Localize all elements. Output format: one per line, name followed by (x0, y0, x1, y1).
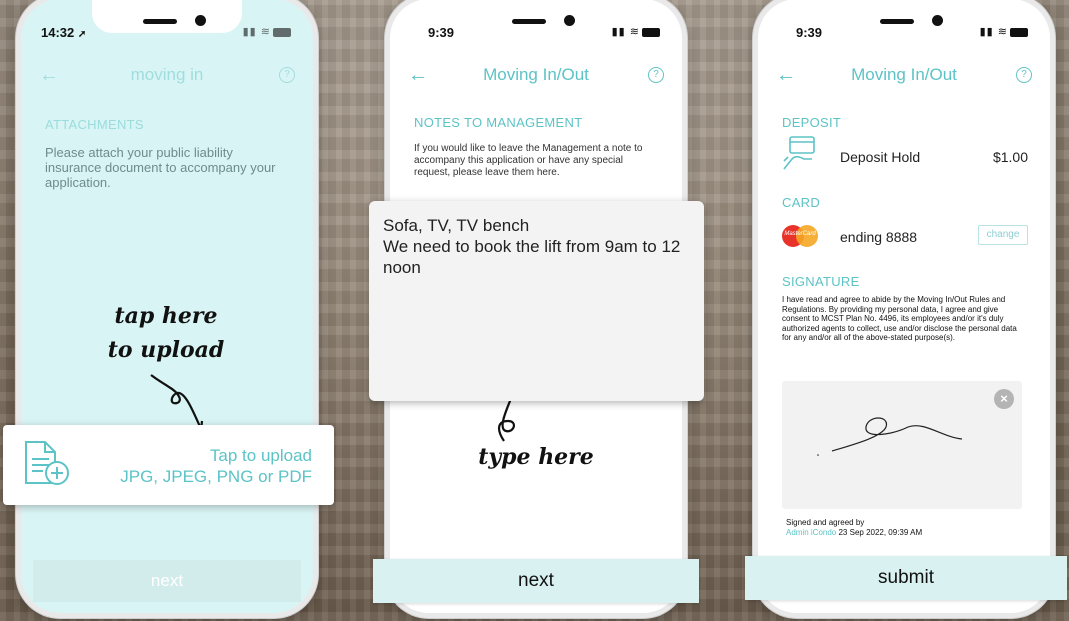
question-circle-icon[interactable]: ? (648, 67, 664, 83)
navbar: ← moving in ? (21, 63, 313, 89)
attachments-description: Please attach your public liability insu… (45, 145, 276, 190)
section-heading: NOTES TO MANAGEMENT (414, 115, 583, 130)
deposit-row: Deposit Hold $1.00 (782, 133, 1028, 177)
next-button[interactable]: next (373, 559, 699, 603)
battery-icon (1010, 27, 1028, 37)
close-circle-icon[interactable]: × (994, 389, 1014, 409)
signal-icon: ▮▮ (979, 26, 994, 38)
signer-name: Admin iCondo (786, 528, 837, 537)
wifi-icon: ≋ (260, 26, 271, 38)
battery-icon (642, 27, 660, 37)
signature-heading: SIGNATURE (782, 274, 860, 289)
page-title: Moving In/Out (483, 65, 589, 84)
wifi-icon: ≋ (997, 26, 1008, 38)
signed-label: Signed and agreed by (786, 518, 865, 527)
phone-notch (92, 0, 242, 33)
hint-line: to upload (107, 337, 225, 363)
status-time: 9:39 (428, 25, 455, 40)
submit-button[interactable]: submit (745, 556, 1067, 600)
phone-notch (461, 0, 611, 33)
card-heading: CARD (782, 195, 821, 210)
question-circle-icon[interactable]: ? (1016, 67, 1032, 83)
handwritten-hint: tap here to upload (101, 299, 231, 367)
handwritten-hint: type here (478, 444, 594, 470)
deposit-heading: DEPOSIT (782, 115, 842, 130)
page-title: Moving In/Out (851, 65, 957, 84)
battery-icon (273, 27, 291, 37)
status-time: 14:32 ➚ (41, 25, 87, 40)
phone-notch (829, 0, 979, 33)
change-card-button[interactable]: change (978, 225, 1028, 245)
mastercard-text: MasterCard (784, 231, 816, 237)
page-title: moving in (130, 65, 204, 84)
navbar: ← Moving In/Out ? (758, 63, 1050, 89)
signed-by: Signed and agreed by Admin iCondo 23 Sep… (786, 518, 922, 538)
status-icons: ▮▮ ≋ (243, 25, 291, 38)
status-icons: ▮▮ ≋ (612, 25, 660, 38)
wifi-icon: ≋ (629, 26, 640, 38)
credit-card-hand-icon (783, 136, 815, 170)
signal-icon: ▮▮ (242, 26, 257, 38)
phone-attachments: 14:32 ➚ ▮▮ ≋ ← moving in ? ATTACHMENTS P… (16, 0, 318, 618)
card-row: MasterCard ending 8888 change (782, 221, 1028, 255)
signature-pad[interactable]: × (782, 381, 1022, 509)
status-time: 9:39 (796, 25, 823, 40)
next-button[interactable]: next (33, 560, 301, 602)
location-arrow-icon: ➚ (77, 29, 87, 40)
upload-card[interactable]: Tap to upload JPG, JPEG, PNG or PDF (3, 425, 334, 505)
notes-textarea[interactable]: Sofa, TV, TV bench We need to book the l… (369, 201, 704, 401)
signed-info: Admin iCondo 23 Sep 2022, 09:39 AM (786, 528, 922, 538)
signal-icon: ▮▮ (611, 26, 626, 38)
upload-types: JPG, JPEG, PNG or PDF (120, 467, 312, 486)
navbar: ← Moving In/Out ? (390, 63, 682, 89)
mastercard-logo: MasterCard (782, 225, 818, 247)
phone-payment: 9:39 ▮▮ ≋ ← Moving In/Out ? DEPOSIT Depo… (753, 0, 1055, 618)
status-icons: ▮▮ ≋ (980, 25, 1028, 38)
signature-stroke (817, 417, 963, 456)
section-heading: ATTACHMENTS (45, 117, 144, 132)
notes-description: If you would like to leave the Managemen… (414, 143, 643, 178)
deposit-amount: $1.00 (992, 149, 1028, 165)
card-label: ending 8888 (840, 229, 918, 245)
signature-terms: I have read and agree to abide by the Mo… (782, 295, 1017, 342)
signed-date: 23 Sep 2022, 09:39 AM (838, 528, 923, 537)
deposit-label: Deposit Hold (840, 149, 921, 165)
hint-line: tap here (114, 303, 218, 329)
document-plus-icon (25, 441, 69, 485)
question-circle-icon[interactable]: ? (279, 67, 295, 83)
upload-title: Tap to upload (209, 446, 312, 465)
